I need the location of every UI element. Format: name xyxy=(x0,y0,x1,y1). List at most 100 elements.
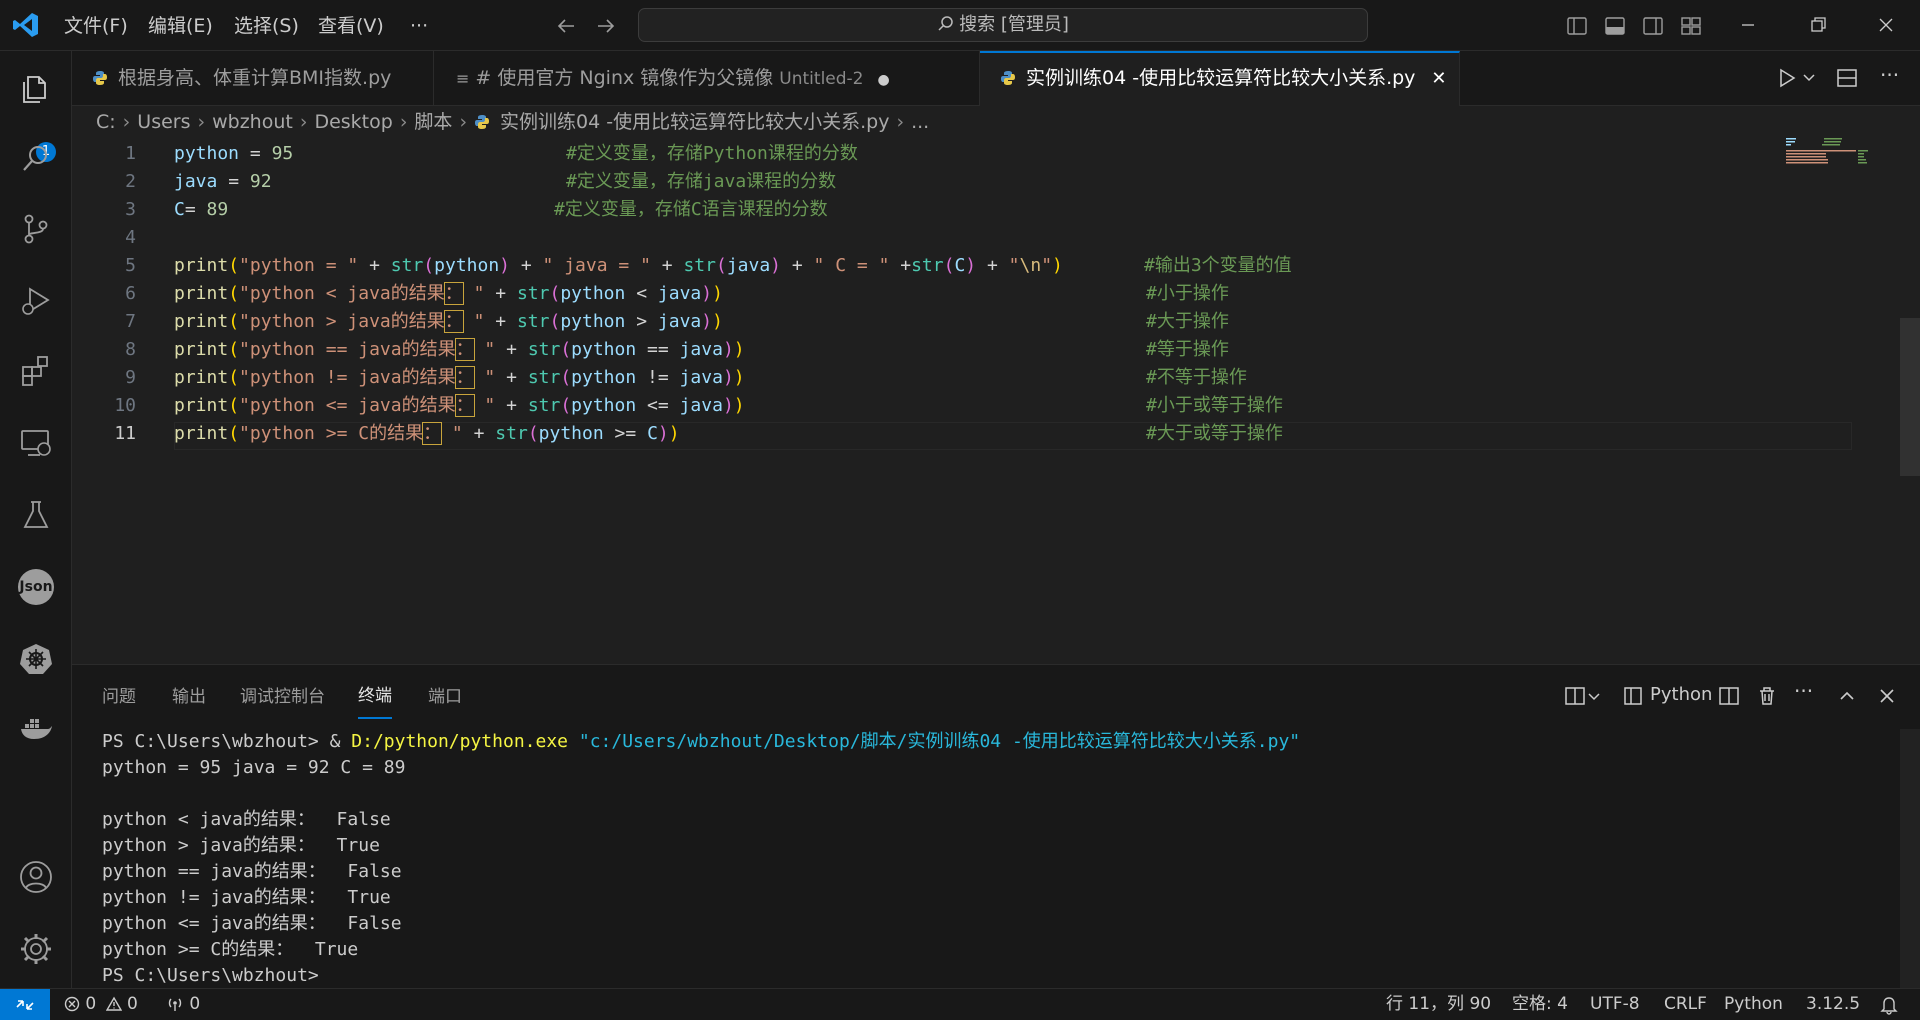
code-line[interactable]: 1 python = 95 #定义变量，存储Python课程的分数 xyxy=(72,140,1852,168)
code-line[interactable]: 7 print("python > java的结果： " + str(pytho… xyxy=(72,308,1852,336)
split-editor-icon[interactable] xyxy=(1836,67,1858,89)
kubernetes-icon[interactable] xyxy=(18,641,54,677)
code-comment: #大于或等于操作 xyxy=(1146,423,1283,444)
run-python-icon[interactable] xyxy=(1776,67,1798,89)
breadcrumb-item[interactable]: Users xyxy=(137,111,190,133)
toggle-secondary-sidebar-icon[interactable] xyxy=(1642,15,1664,37)
broadcast-icon xyxy=(168,998,182,1011)
editor-scrollbar-thumb[interactable] xyxy=(1900,318,1920,476)
tab-debug-console[interactable]: 调试控制台 xyxy=(240,677,325,717)
arrow-right-icon[interactable] xyxy=(594,14,618,38)
code-line[interactable]: 8 print("python == java的结果： " + str(pyth… xyxy=(72,336,1852,364)
code-editor[interactable]: 1 python = 95 #定义变量，存储Python课程的分数 2 java… xyxy=(72,136,1920,664)
error-icon xyxy=(64,996,80,1012)
docker-icon[interactable] xyxy=(18,711,54,747)
indentation[interactable]: 空格: 4 xyxy=(1512,989,1568,1020)
tab-output[interactable]: 输出 xyxy=(172,677,206,717)
code-line[interactable]: 6 print("python < java的结果： " + str(pytho… xyxy=(72,280,1852,308)
breadcrumb-item[interactable]: 实例训练04 -使用比较运算符比较大小关系.py xyxy=(500,111,889,133)
arrow-left-icon[interactable] xyxy=(554,14,578,38)
line-number: 10 xyxy=(114,395,136,416)
tab-untitled-2[interactable]: ≡ # 使用官方 Nginx 镜像作为父镜像 Untitled-2 ● xyxy=(434,51,980,106)
split-panel-icon[interactable] xyxy=(1718,685,1740,707)
encoding[interactable]: UTF-8 xyxy=(1590,989,1640,1020)
breadcrumb-item[interactable]: Desktop xyxy=(314,111,392,133)
title-bar: 文件(F) 编辑(E) 选择(S) 查看(V) ··· 搜索 [管理员] xyxy=(0,0,1920,51)
more-actions-icon[interactable]: ··· xyxy=(1794,679,1813,703)
language-mode[interactable]: Python xyxy=(1724,989,1783,1020)
tab-active-comparison-py[interactable]: 实例训练04 -使用比较运算符比较大小关系.py ✕ xyxy=(980,51,1460,106)
chevron-down-icon[interactable] xyxy=(1802,71,1816,85)
chevron-down-icon[interactable] xyxy=(1586,685,1602,707)
breadcrumb-item[interactable]: ... xyxy=(911,111,929,133)
cursor-position[interactable]: 行 11，列 90 xyxy=(1386,989,1491,1020)
more-actions-icon[interactable]: ··· xyxy=(1880,63,1899,87)
menu-edit[interactable]: 编辑(E) xyxy=(148,12,213,40)
run-debug-icon[interactable] xyxy=(18,283,54,319)
remote-explorer-icon[interactable] xyxy=(18,425,54,461)
bottom-panel: 问题 输出 调试控制台 终端 端口 Python ··· PS C:\Users… xyxy=(72,664,1920,989)
terminal-name[interactable]: Python xyxy=(1650,680,1712,710)
toggle-panel-icon[interactable] xyxy=(1604,15,1626,37)
close-window-icon[interactable] xyxy=(1874,13,1898,37)
json-extension-icon[interactable]: Json xyxy=(18,569,54,605)
extensions-icon[interactable] xyxy=(18,353,54,389)
source-control-icon[interactable] xyxy=(18,211,54,247)
menu-more[interactable]: ··· xyxy=(410,12,428,40)
minimize-icon[interactable] xyxy=(1736,13,1760,37)
code-line-current[interactable]: 11 print("python >= C的结果： " + str(python… xyxy=(72,420,1852,448)
breadcrumb-item[interactable]: wbzhout xyxy=(212,111,293,133)
remote-indicator[interactable] xyxy=(0,989,50,1020)
search-icon[interactable] xyxy=(18,141,54,177)
chevron-right-icon: › xyxy=(197,111,206,133)
trash-icon[interactable] xyxy=(1756,685,1778,707)
breadcrumb-item[interactable]: 脚本 xyxy=(414,111,452,133)
ports-status[interactable]: 0 xyxy=(166,989,200,1020)
python-version[interactable]: 3.12.5 xyxy=(1806,989,1860,1020)
problems-status[interactable]: 0 0 xyxy=(64,989,138,1020)
close-tab-icon[interactable]: ✕ xyxy=(1431,68,1446,89)
tab-label: 实例训练04 -使用比较运算符比较大小关系.py xyxy=(1026,67,1416,89)
terminal-line: python != java的结果： True xyxy=(102,887,391,908)
code-line[interactable]: 4 xyxy=(72,224,1852,252)
tab-ports[interactable]: 端口 xyxy=(428,677,462,717)
terminal-layout-icon[interactable] xyxy=(1622,685,1644,707)
code-line[interactable]: 10 print("python <= java的结果： " + str(pyt… xyxy=(72,392,1852,420)
gear-icon[interactable] xyxy=(18,931,54,967)
maximize-panel-icon[interactable] xyxy=(1836,685,1858,707)
terminal-line: python = 95 java = 92 C = 89 xyxy=(102,757,406,778)
code-line[interactable]: 3 C= 89 #定义变量，存储C语言课程的分数 xyxy=(72,196,1852,224)
close-panel-icon[interactable] xyxy=(1876,685,1898,707)
tab-bmi-py[interactable]: 根据身高、体重计算BMI指数.py xyxy=(72,51,434,106)
code-line[interactable]: 2 java = 92 #定义变量，存储java课程的分数 xyxy=(72,168,1852,196)
terminal-line: python > java的结果： True xyxy=(102,835,380,856)
customize-layout-icon[interactable] xyxy=(1680,15,1702,37)
toggle-primary-sidebar-icon[interactable] xyxy=(1566,15,1588,37)
minimap[interactable] xyxy=(1786,136,1892,166)
code-line[interactable]: 5 print("python = " + str(python) + " ja… xyxy=(72,252,1852,280)
breadcrumb-item[interactable]: C: xyxy=(96,111,116,133)
menu-select[interactable]: 选择(S) xyxy=(234,12,299,40)
dirty-dot-icon[interactable]: ● xyxy=(878,72,890,88)
chevron-right-icon: › xyxy=(122,111,131,133)
bell-icon[interactable] xyxy=(1880,995,1898,1015)
line-ending[interactable]: CRLF xyxy=(1664,989,1707,1020)
line-number: 4 xyxy=(125,227,136,248)
line-number: 5 xyxy=(125,255,136,276)
code-line[interactable]: 9 print("python != java的结果： " + str(pyth… xyxy=(72,364,1852,392)
code-comment: #大于操作 xyxy=(1146,311,1229,332)
tab-terminal[interactable]: 终端 xyxy=(358,677,392,719)
accounts-icon[interactable] xyxy=(18,859,54,895)
terminal-output[interactable]: PS C:\Users\wbzhout> & D:/python/python.… xyxy=(102,729,1892,989)
terminal-scrollbar[interactable] xyxy=(1900,729,1920,989)
tab-problems[interactable]: 问题 xyxy=(102,677,136,717)
explorer-icon[interactable] xyxy=(18,71,54,107)
tab-label: # 使用官方 Nginx 镜像作为父镜像 xyxy=(475,67,774,89)
menu-file[interactable]: 文件(F) xyxy=(64,12,128,40)
menu-view[interactable]: 查看(V) xyxy=(318,12,384,40)
split-terminal-icon[interactable] xyxy=(1564,685,1586,707)
command-search-box[interactable]: 搜索 [管理员] xyxy=(638,8,1368,42)
restore-icon[interactable] xyxy=(1806,13,1830,37)
testing-flask-icon[interactable] xyxy=(18,497,54,533)
vscode-logo-icon[interactable] xyxy=(12,11,40,39)
